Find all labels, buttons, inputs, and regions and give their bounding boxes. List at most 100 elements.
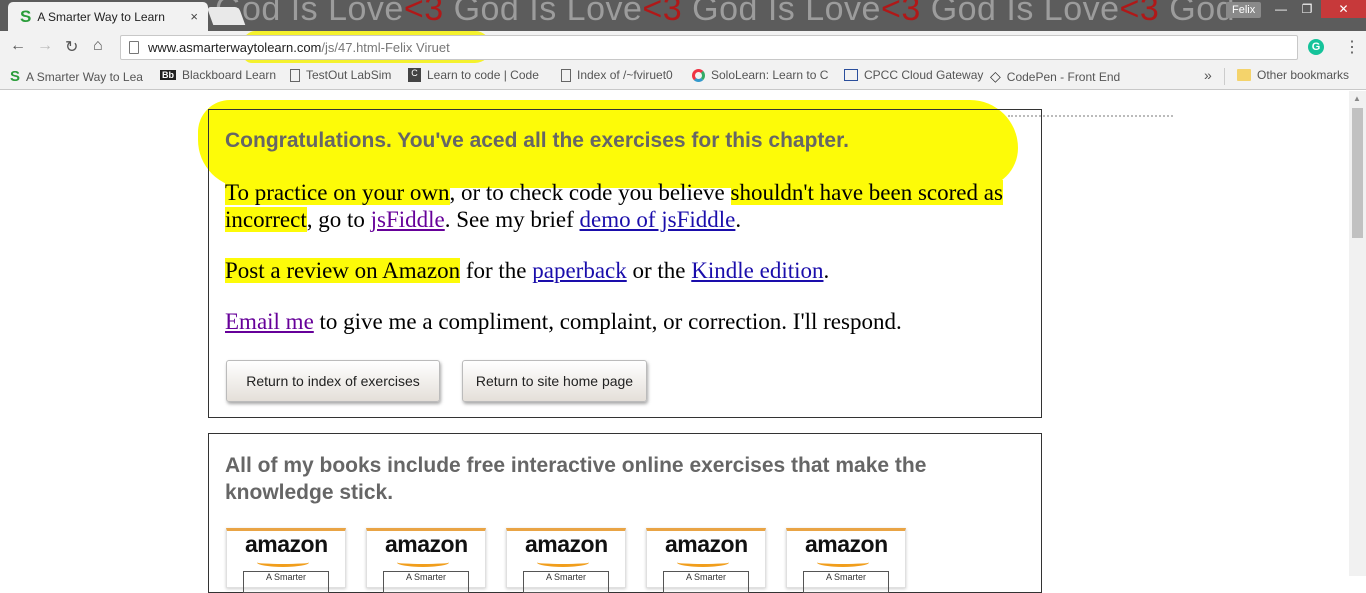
email-text: to give me a compliment, complaint, or c…	[313, 309, 902, 334]
book-cover: A Smarter	[243, 571, 329, 593]
jsfiddle-demo-link[interactable]: demo of jsFiddle	[580, 207, 736, 232]
amazon-logo: amazon	[525, 531, 608, 557]
practice-paragraph: To practice on your own, or to check cod…	[225, 179, 1025, 233]
bookmark-divider	[1224, 68, 1225, 85]
page-icon	[290, 68, 300, 82]
blackboard-icon: Bb	[160, 70, 176, 80]
browser-toolbar: ← → ↻ ⌂ www.asmarterwaytolearn.com/js/47…	[0, 31, 1366, 63]
grammarly-extension-icon[interactable]: G	[1308, 39, 1324, 55]
restore-button[interactable]: ❐	[1294, 0, 1320, 18]
bookmark-label: TestOut LabSim	[306, 68, 392, 82]
book-cover: A Smarter	[663, 571, 749, 593]
book-cover: A Smarter	[523, 571, 609, 593]
email-paragraph: Email me to give me a compliment, compla…	[225, 308, 1025, 335]
practice-text: .	[735, 207, 742, 232]
amazon-smile-icon	[537, 558, 589, 567]
bookmark-label: Index of /~fviruet0	[577, 68, 673, 82]
book-cover: A Smarter	[383, 571, 469, 593]
url-host: www.asmarterwaytolearn.com	[148, 40, 322, 55]
amazon-logo: amazon	[665, 531, 748, 557]
url-path: /js/47.html-Felix Viruet	[321, 40, 450, 55]
review-text: or the	[626, 258, 692, 283]
amazon-book-card[interactable]: amazon A Smarter	[366, 528, 486, 593]
profile-button[interactable]: Felix	[1226, 2, 1262, 18]
book-cover: A Smarter	[803, 571, 889, 593]
amazon-smile-icon	[677, 558, 729, 567]
amazon-book-card[interactable]: amazon A Smarter	[646, 528, 766, 593]
bookmark-label: A Smarter Way to Lea	[26, 69, 143, 84]
jsfiddle-link[interactable]: jsFiddle	[371, 207, 445, 232]
review-text: for the	[460, 258, 533, 283]
review-text: .	[823, 258, 830, 283]
s-favicon-icon: S	[10, 68, 21, 85]
return-to-index-button[interactable]: Return to index of exercises	[226, 360, 440, 402]
tab-title: A Smarter Way to Learn JavaScript	[37, 9, 167, 24]
home-icon[interactable]: ⌂	[93, 37, 103, 55]
scroll-up-icon[interactable]: ▲	[1353, 94, 1361, 103]
address-bar[interactable]: www.asmarterwaytolearn.com/js/47.html-Fe…	[120, 35, 1298, 60]
codepen-icon: ◇	[990, 68, 1001, 84]
bookmark-item[interactable]: TestOut LabSim	[290, 68, 391, 82]
amazon-logo: amazon	[245, 531, 328, 557]
tab-active[interactable]: S A Smarter Way to Learn JavaScript ×	[8, 2, 208, 31]
amazon-book-card[interactable]: amazon A Smarter	[506, 528, 626, 593]
page-info-icon[interactable]	[129, 41, 139, 54]
amazon-smile-icon	[257, 558, 309, 567]
amazon-smile-icon	[397, 558, 449, 567]
close-tab-icon[interactable]: ×	[190, 9, 198, 24]
s-favicon-icon: S	[20, 6, 32, 26]
more-bookmarks-icon[interactable]: »	[1204, 67, 1212, 83]
bookmark-item[interactable]: CPCC Cloud Gateway	[844, 68, 983, 82]
forward-arrow-icon[interactable]: →	[37, 37, 53, 55]
close-window-button[interactable]: ✕	[1321, 0, 1366, 18]
minimize-button[interactable]: —	[1268, 0, 1294, 18]
bookmark-item[interactable]: C Learn to code | Code	[408, 68, 539, 82]
amazon-book-card[interactable]: amazon A Smarter	[786, 528, 906, 593]
bookmark-item[interactable]: ◇ CodePen - Front End	[990, 68, 1120, 85]
page-icon	[561, 68, 571, 82]
bookmark-item[interactable]: Bb Blackboard Learn	[160, 68, 276, 82]
bookmark-label: SoloLearn: Learn to C	[711, 68, 829, 82]
bookmark-item[interactable]: Index of /~fviruet0	[561, 68, 673, 82]
bookmark-label: CPCC Cloud Gateway	[864, 68, 984, 82]
reload-icon[interactable]: ↻	[65, 37, 78, 57]
other-bookmarks-label: Other bookmarks	[1257, 68, 1350, 82]
bookmark-label: Learn to code | Code	[427, 68, 539, 82]
bookmark-item[interactable]: SoloLearn: Learn to C	[692, 68, 828, 82]
page-scrollbar[interactable]: ▲	[1349, 91, 1366, 576]
other-bookmarks[interactable]: Other bookmarks	[1237, 68, 1349, 82]
kindle-edition-link[interactable]: Kindle edition	[691, 258, 823, 283]
tab-strip: God Is Love<3 God Is Love<3 God Is Love<…	[0, 0, 1366, 31]
browser-menu-icon[interactable]: ⋮	[1344, 37, 1360, 57]
bookmark-item[interactable]: S A Smarter Way to Lea	[10, 68, 143, 85]
amazon-logo: amazon	[385, 531, 468, 557]
amazon-smile-icon	[817, 558, 869, 567]
cpcc-icon	[844, 69, 858, 81]
page-viewport: Congratulations. You've aced all the exe…	[0, 91, 1366, 593]
practice-text: , or to check code you believe	[449, 180, 731, 205]
return-to-home-button[interactable]: Return to site home page	[462, 360, 647, 402]
practice-text: , go to	[306, 207, 371, 232]
folder-icon	[1237, 69, 1251, 81]
bookmarks-bar: S A Smarter Way to Lea Bb Blackboard Learn…	[0, 63, 1366, 90]
practice-text: . See my brief	[444, 207, 580, 232]
review-text: Post a review on Amazon	[225, 258, 461, 283]
theme-background-text: God Is Love<3 God Is Love<3 God Is Love<…	[215, 0, 1236, 28]
email-me-link[interactable]: Email me	[225, 309, 314, 334]
scrollbar-thumb[interactable]	[1352, 108, 1363, 238]
codecademy-icon: C	[408, 68, 421, 82]
practice-text: To practice on your own	[225, 180, 450, 205]
dotted-divider	[1008, 115, 1173, 117]
bookmark-label: CodePen - Front End	[1006, 69, 1121, 84]
paperback-link[interactable]: paperback	[532, 258, 627, 283]
sololearn-icon	[692, 68, 705, 82]
congrats-heading: Congratulations. You've aced all the exe…	[225, 129, 849, 152]
amazon-book-card[interactable]: amazon A Smarter	[226, 528, 346, 593]
new-tab-button[interactable]	[206, 7, 246, 25]
bookmark-label: Blackboard Learn	[182, 68, 277, 82]
review-paragraph: Post a review on Amazon for the paperbac…	[225, 257, 1025, 284]
back-arrow-icon[interactable]: ←	[10, 37, 26, 55]
address-url: www.asmarterwaytolearn.com/js/47.html-Fe…	[148, 40, 450, 55]
amazon-logo: amazon	[805, 531, 888, 557]
books-heading: All of my books include free interactive…	[225, 454, 927, 504]
